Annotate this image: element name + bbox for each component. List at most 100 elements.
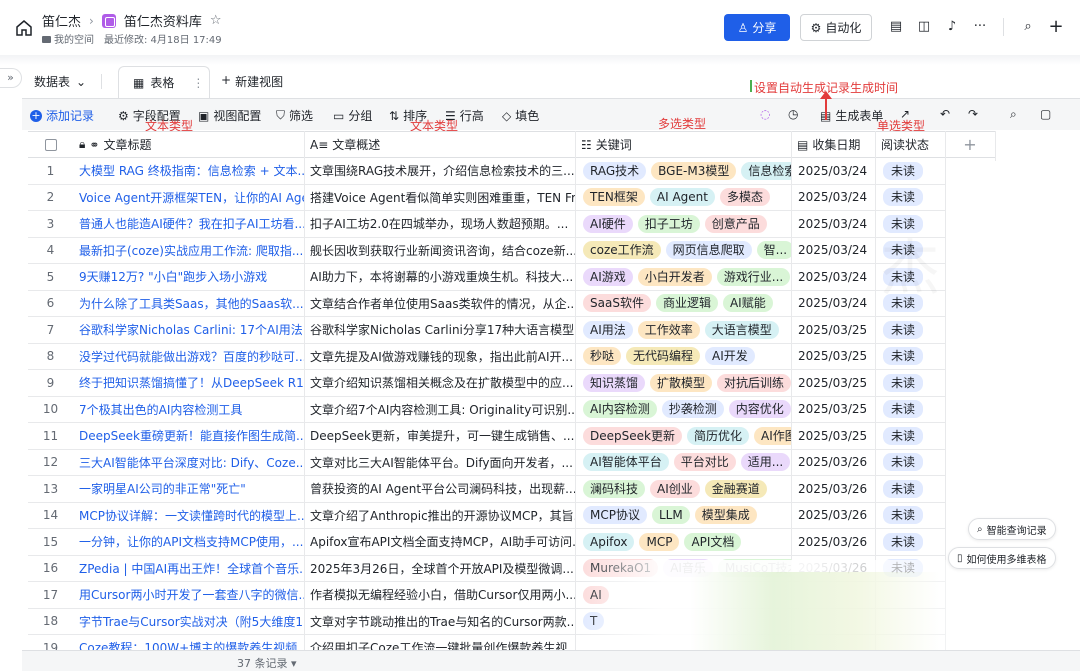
status-cell[interactable]: 未读: [875, 397, 945, 423]
comment-icon[interactable]: ▢: [1040, 107, 1051, 121]
date-cell[interactable]: 2025/03/25: [791, 317, 875, 344]
title-cell[interactable]: Voice Agent开源框架TEN，让你的AI Age...: [73, 185, 304, 211]
summary-cell[interactable]: 曾获投资的AI Agent平台公司澜码科技，出现薪...: [304, 476, 575, 503]
title-cell[interactable]: 为什么除了工具类Saas，其他的Saas软...: [73, 291, 304, 317]
keywords-cell[interactable]: AI用法 工作效率 大语言模型: [575, 317, 791, 344]
date-cell[interactable]: 2025/03/25: [791, 397, 875, 423]
keywords-cell[interactable]: DeepSeek更新简历优化AI作图: [575, 423, 791, 450]
summary-cell[interactable]: 文章先提及AI做游戏赚钱的现象，指出此前AI开...: [304, 344, 575, 370]
title-cell[interactable]: 一分钟，让你的API文档支持MCP使用，...: [73, 529, 304, 556]
share-button[interactable]: ♙ 分享: [724, 14, 790, 41]
keywords-cell[interactable]: 知识蒸馏 扩散模型 对抗后训练: [575, 370, 791, 397]
summary-cell[interactable]: 文章对字节跳动推出的Trae与知名的Cursor两款...: [304, 609, 575, 635]
status-cell[interactable]: 未读: [875, 317, 945, 344]
title-cell[interactable]: 9天赚12万? "小白"跑步入场小游戏: [73, 264, 304, 291]
more-icon[interactable]: ···: [972, 19, 988, 35]
date-cell[interactable]: 2025/03/26: [791, 503, 875, 529]
filter-button[interactable]: ⛉ 筛选: [276, 107, 313, 124]
column-header-date[interactable]: ▤ 收集日期: [791, 131, 875, 158]
keywords-cell[interactable]: 澜码科技 AI创业 金融赛道: [575, 476, 791, 503]
date-cell[interactable]: 2025/03/26: [791, 529, 875, 556]
summary-cell[interactable]: 作者模拟无编程经验小白，借助Cursor仅用两小...: [304, 582, 575, 609]
date-cell[interactable]: 2025/03/25: [791, 370, 875, 397]
base-title[interactable]: 笛仁杰资料库: [124, 11, 202, 30]
title-cell[interactable]: 一家明星AI公司的非正常"死亡": [73, 476, 304, 503]
generate-form-button[interactable]: ▤生成表单: [820, 107, 883, 124]
status-cell[interactable]: 未读: [875, 529, 945, 556]
keywords-cell[interactable]: TEN框架 AI Agent 多模态: [575, 185, 791, 211]
summary-cell[interactable]: 文章围绕RAG技术展开，介绍信息检索技术的三...: [304, 158, 575, 185]
summary-cell[interactable]: 文章介绍了Anthropic推出的开源协议MCP，其旨...: [304, 503, 575, 529]
help-button[interactable]: ▯ 如何使用多维表格: [948, 547, 1056, 569]
undo-icon[interactable]: ↶: [940, 107, 950, 121]
search-icon[interactable]: ⌕: [1020, 19, 1036, 35]
date-cell[interactable]: 2025/03/25: [791, 344, 875, 370]
date-cell[interactable]: 2025/03/24: [791, 264, 875, 291]
status-cell[interactable]: 未读: [875, 344, 945, 370]
more-icon[interactable]: ⋮: [192, 76, 204, 90]
status-cell[interactable]: 未读: [875, 158, 945, 185]
automation-button[interactable]: ⚙ 自动化: [800, 14, 872, 41]
date-cell[interactable]: 2025/03/24: [791, 291, 875, 317]
status-cell[interactable]: 未读: [875, 370, 945, 397]
summary-cell[interactable]: 2025年3月26日，全球首个开放API及模型微调...: [304, 556, 575, 582]
title-cell[interactable]: 最新扣子(coze)实战应用工作流: 爬取指...: [73, 238, 304, 264]
status-cell[interactable]: 未读: [875, 450, 945, 476]
view-config-button[interactable]: ▣ 视图配置: [198, 107, 261, 124]
summary-cell[interactable]: 舰长因收到获取行业新闻资讯咨询，结合coze新...: [304, 238, 575, 264]
fill-color-button[interactable]: ◇ 填色: [502, 107, 539, 124]
tab-grid[interactable]: ▦ 表格 ⋮: [118, 66, 210, 98]
date-cell[interactable]: 2025/03/25: [791, 423, 875, 450]
title-cell[interactable]: ZPedia | 中国AI再出王炸！全球首个音乐...: [73, 556, 304, 582]
form-icon[interactable]: ▤: [888, 19, 904, 35]
history-icon[interactable]: ◷: [788, 107, 798, 121]
breadcrumb-owner[interactable]: 笛仁杰: [42, 11, 81, 30]
status-cell[interactable]: 未读: [875, 185, 945, 211]
column-header-keywords[interactable]: ☷ 关键词: [575, 131, 791, 158]
summary-cell[interactable]: 搭建Voice Agent看似简单实则困难重重，TEN Fr...: [304, 185, 575, 211]
summary-cell[interactable]: 谷歌科学家Nicholas Carlini分享17种大语言模型...: [304, 317, 575, 344]
date-cell[interactable]: 2025/03/24: [791, 238, 875, 264]
status-cell[interactable]: 未读: [875, 476, 945, 503]
column-header-title[interactable]: 🔒︎ ⚭ 文章标题: [73, 131, 304, 158]
record-count[interactable]: 37 条记录 ▾: [237, 655, 297, 671]
smart-query-button[interactable]: ⌕ 智能查询记录: [968, 518, 1056, 540]
title-cell[interactable]: 用Cursor两小时开发了一套查八字的微信...: [73, 582, 304, 609]
title-cell[interactable]: 普通人也能造AI硬件？我在扣子AI工坊看...: [73, 211, 304, 238]
date-cell[interactable]: 2025/03/26: [791, 450, 875, 476]
keywords-cell[interactable]: AI游戏 小白开发者 游戏行业...: [575, 264, 791, 291]
date-cell[interactable]: 2025/03/24: [791, 211, 875, 238]
bell-icon[interactable]: ♪: [944, 19, 960, 35]
add-icon[interactable]: +: [1048, 18, 1064, 36]
summary-cell[interactable]: Apifox宣布API文档全面支持MCP，AI助手可访问...: [304, 529, 575, 556]
title-cell[interactable]: 终于把知识蒸馏搞懂了！从DeepSeek R1...: [73, 370, 304, 397]
ai-icon[interactable]: ◌: [760, 107, 770, 121]
keywords-cell[interactable]: SaaS软件 商业逻辑 AI赋能: [575, 291, 791, 317]
date-cell[interactable]: 2025/03/24: [791, 185, 875, 211]
summary-cell[interactable]: 文章介绍知识蒸馏相关概念及在扩散模型中的应...: [304, 370, 575, 397]
summary-cell[interactable]: DeepSeek更新，审美提升，可一键生成销售、...: [304, 423, 575, 450]
column-header-summary[interactable]: A≡ 文章概述: [304, 131, 575, 158]
datatable-selector[interactable]: 数据表 ⌄: [34, 73, 86, 90]
title-cell[interactable]: 没学过代码就能做出游戏？百度的秒哒可...: [73, 344, 304, 370]
search-records-icon[interactable]: ⌕: [1010, 107, 1017, 122]
summary-cell[interactable]: 文章对比三大AI智能体平台。Dify面向开发者，...: [304, 450, 575, 476]
add-record-button[interactable]: + 添加记录: [30, 107, 94, 124]
select-all-checkbox[interactable]: [28, 131, 73, 158]
space-label[interactable]: 我的空间: [42, 31, 94, 46]
summary-cell[interactable]: AI助力下，本将谢幕的小游戏重焕生机。科技大...: [304, 264, 575, 291]
keywords-cell[interactable]: AI智能体平台 平台对比 适用...: [575, 450, 791, 476]
date-cell[interactable]: 2025/03/24: [791, 158, 875, 185]
redo-icon[interactable]: ↷: [968, 107, 978, 121]
keywords-cell[interactable]: 秒哒 无代码编程 AI开发: [575, 344, 791, 370]
star-icon[interactable]: ☆: [210, 13, 222, 28]
title-cell[interactable]: 大模型 RAG 终极指南：信息检索 + 文本...: [73, 158, 304, 185]
keywords-cell[interactable]: Apifox MCP API文档: [575, 529, 791, 556]
title-cell[interactable]: 谷歌科学家Nicholas Carlini: 17个AI用法...: [73, 317, 304, 344]
expand-sidebar-icon[interactable]: »: [0, 68, 22, 88]
title-cell[interactable]: MCP协议详解：一文读懂跨时代的模型上...: [73, 503, 304, 529]
keywords-cell[interactable]: AI硬件 扣子工坊 创意产品: [575, 211, 791, 238]
keywords-cell[interactable]: MCP协议 LLM 模型集成: [575, 503, 791, 529]
status-cell[interactable]: 未读: [875, 423, 945, 450]
title-cell[interactable]: 字节Trae与Cursor实战对决（附5大维度1...: [73, 609, 304, 635]
